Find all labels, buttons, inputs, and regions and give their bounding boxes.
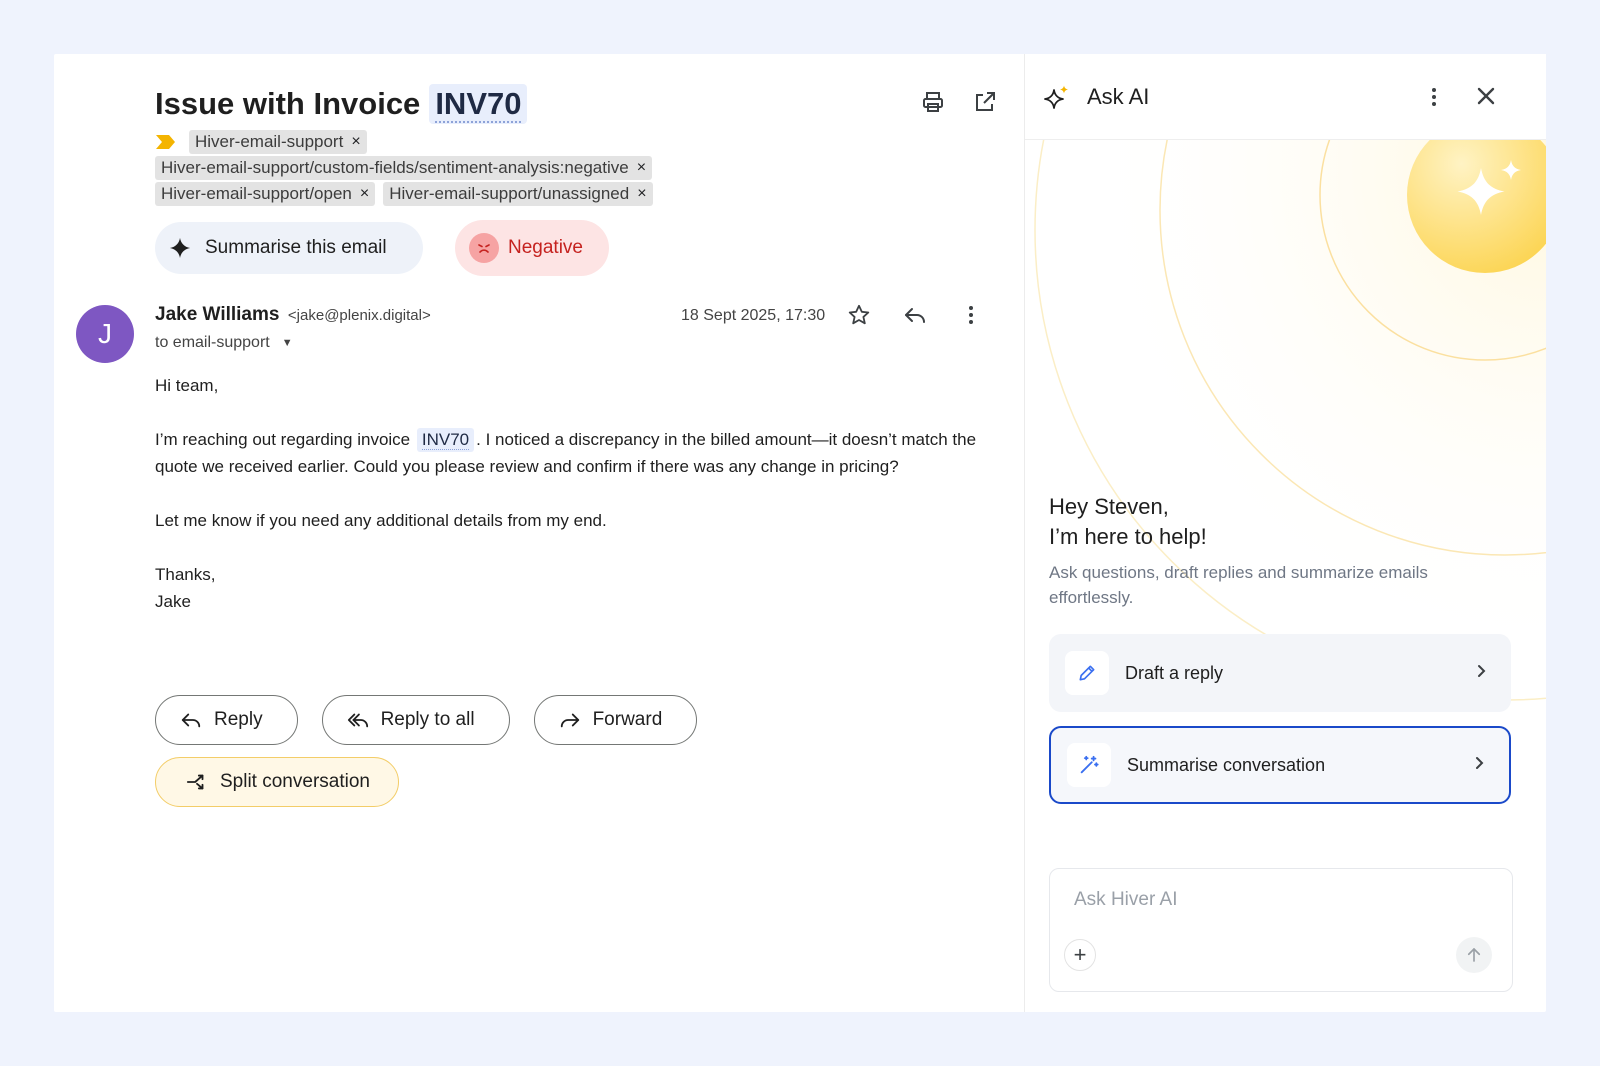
- ask-ai-input[interactable]: [1074, 889, 1474, 911]
- body-paragraph: Let me know if you need any additional d…: [155, 511, 607, 530]
- sentiment-label: Negative: [508, 237, 583, 258]
- label-chip-text: Hiver-email-support: [195, 132, 344, 151]
- label-remove-icon[interactable]: ×: [637, 186, 646, 202]
- pencil-icon: [1065, 651, 1109, 695]
- body-paragraph: I’m reaching out regarding invoice INV70…: [155, 426, 985, 480]
- importance-marker-icon[interactable]: [155, 133, 181, 151]
- close-icon[interactable]: [1471, 81, 1501, 111]
- label-chip[interactable]: Hiver-email-support/custom-fields/sentim…: [155, 156, 653, 180]
- body-greeting: Hi team,: [155, 376, 219, 395]
- ask-ai-composer: +: [1049, 868, 1513, 992]
- reply-button[interactable]: Reply: [155, 695, 298, 745]
- reply-all-button[interactable]: Reply to all: [321, 695, 510, 745]
- ai-panel-title: Ask AI: [1087, 84, 1150, 109]
- send-arrow-up-icon[interactable]: [1456, 937, 1492, 973]
- reply-all-label: Reply to all: [380, 709, 475, 730]
- chevron-down-icon[interactable]: ▼: [282, 337, 293, 349]
- greeting-line-2: I’m here to help!: [1049, 524, 1207, 549]
- sentiment-badge: Negative: [455, 220, 609, 276]
- label-chip[interactable]: Hiver-email-support/open ×: [155, 182, 376, 206]
- label-row: Hiver-email-support ×: [155, 130, 367, 154]
- sender-email: <jake@plenix.digital>: [287, 307, 431, 324]
- message-date: 18 Sept 2025, 17:30: [681, 307, 826, 324]
- open-in-new-icon[interactable]: [970, 87, 1000, 117]
- summarise-conversation-label: Summarise conversation: [1127, 754, 1326, 775]
- reply-icon: [181, 713, 201, 728]
- label-chip-text: Hiver-email-support/unassigned: [389, 184, 630, 203]
- email-action-row: Reply Reply to all Forward: [155, 695, 698, 745]
- greeting-line-1: Hey Steven,: [1049, 494, 1169, 519]
- split-conversation-label: Split conversation: [220, 771, 370, 792]
- more-vert-icon[interactable]: [1419, 82, 1449, 112]
- email-subject: Issue with Invoice INV70: [155, 84, 528, 124]
- ai-greeting: Hey Steven, I’m here to help! Ask questi…: [1049, 492, 1489, 610]
- message-actions: [844, 300, 986, 330]
- label-chip[interactable]: Hiver-email-support/unassigned ×: [383, 182, 653, 206]
- label-remove-icon[interactable]: ×: [351, 134, 360, 150]
- sender-name[interactable]: Jake Williams: [155, 304, 279, 325]
- more-vert-icon[interactable]: [956, 300, 986, 330]
- label-chip-text: Hiver-email-support/custom-fields/sentim…: [161, 158, 629, 177]
- chevron-right-icon: [1473, 663, 1489, 684]
- sad-face-icon: [469, 233, 499, 263]
- split-icon: [186, 774, 204, 790]
- reply-label: Reply: [214, 709, 263, 730]
- signoff-text: Thanks,: [155, 565, 216, 584]
- sparkle-icon: [169, 237, 191, 259]
- label-row: Hiver-email-support/open × Hiver-email-su…: [155, 182, 653, 206]
- app-frame: Issue with Invoice INV70 Hiver-email-sup…: [54, 54, 1546, 1012]
- forward-button[interactable]: Forward: [533, 695, 698, 745]
- avatar[interactable]: J: [76, 305, 134, 363]
- forward-icon: [560, 713, 579, 728]
- chevron-right-icon: [1471, 755, 1487, 776]
- recipient-line: to email-support ▼: [155, 334, 293, 352]
- label-remove-icon[interactable]: ×: [360, 186, 369, 202]
- body-text-segment: I’m reaching out regarding invoice: [155, 430, 411, 449]
- magic-wand-icon: [1067, 743, 1111, 787]
- summarise-email-button[interactable]: Summarise this email: [155, 222, 423, 274]
- subject-text: Issue with Invoice: [155, 86, 421, 121]
- split-conversation-button[interactable]: Split conversation: [155, 757, 399, 807]
- label-chip[interactable]: Hiver-email-support ×: [189, 130, 367, 154]
- body-signoff: Thanks, Jake: [155, 561, 985, 615]
- star-icon[interactable]: [844, 300, 874, 330]
- sender-line: Jake Williams <jake@plenix.digital>: [155, 304, 431, 326]
- email-top-actions: [918, 87, 1000, 117]
- ai-sparkle-icon: [1043, 84, 1071, 117]
- ai-panel-header: Ask AI: [1025, 54, 1546, 140]
- printer-icon[interactable]: [918, 87, 948, 117]
- reply-all-icon: [347, 713, 368, 728]
- email-pane: Issue with Invoice INV70 Hiver-email-sup…: [54, 54, 1024, 1012]
- draft-reply-card[interactable]: Draft a reply: [1049, 634, 1511, 712]
- greeting-subtitle: Ask questions, draft replies and summari…: [1049, 563, 1428, 607]
- ask-ai-panel: Ask AI Hey Steven, I’m here to help! Ask…: [1024, 54, 1546, 1012]
- summarise-email-label: Summarise this email: [205, 237, 387, 258]
- draft-reply-label: Draft a reply: [1125, 662, 1224, 683]
- email-body: Hi team, I’m reaching out regarding invo…: [155, 372, 985, 615]
- forward-label: Forward: [592, 709, 663, 730]
- body-invoice-chip-label: INV70: [421, 430, 470, 450]
- summarise-conversation-card[interactable]: Summarise conversation: [1049, 726, 1511, 804]
- label-row: Hiver-email-support/custom-fields/sentim…: [155, 156, 653, 180]
- subject-invoice-chip[interactable]: INV70: [429, 84, 528, 124]
- signature-text: Jake: [155, 592, 191, 611]
- subject-invoice-chip-label: INV70: [435, 86, 522, 123]
- body-invoice-chip[interactable]: INV70: [416, 428, 475, 452]
- label-chip-text: Hiver-email-support/open: [161, 184, 352, 203]
- reply-icon[interactable]: [900, 300, 930, 330]
- plus-icon[interactable]: +: [1064, 939, 1096, 971]
- label-remove-icon[interactable]: ×: [637, 160, 646, 176]
- recipient-text: to email-support: [155, 334, 270, 351]
